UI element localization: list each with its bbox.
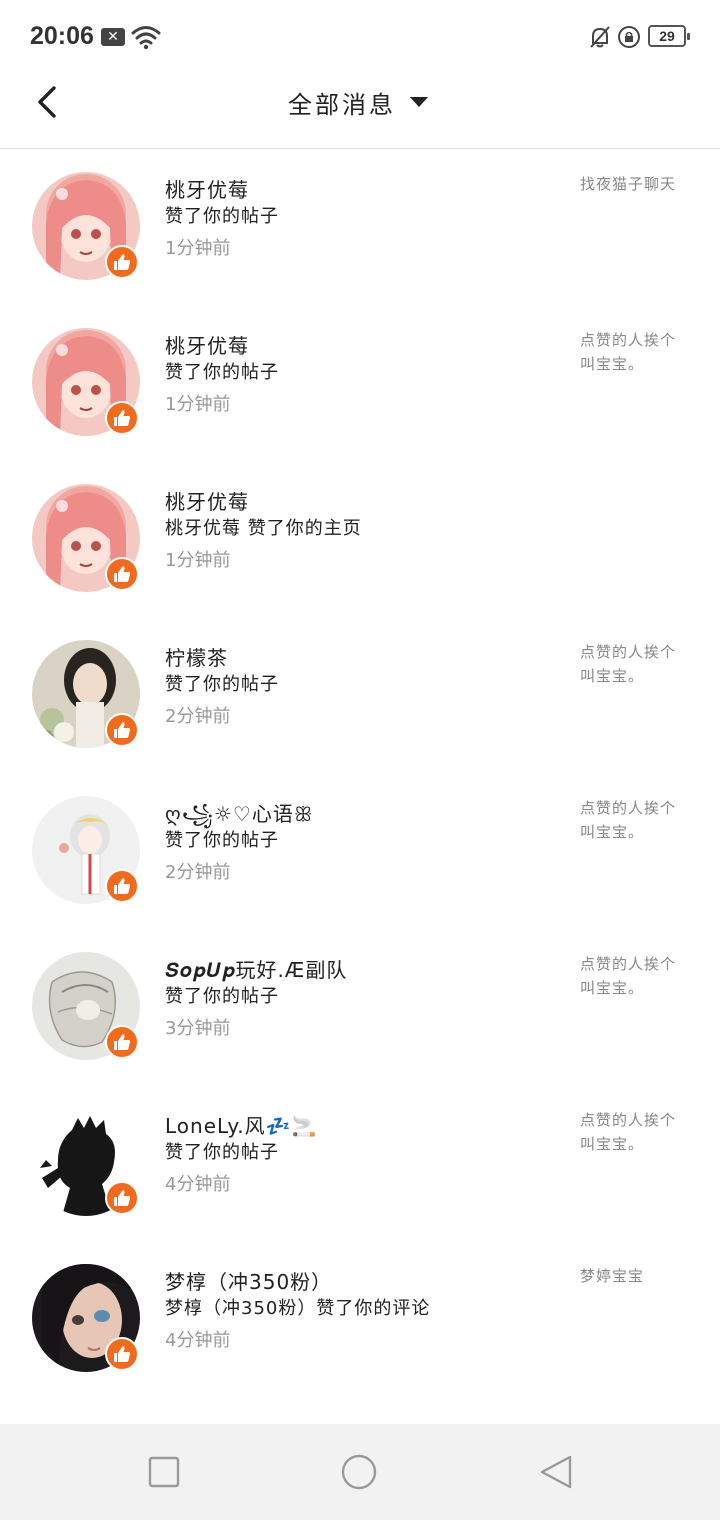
message-item[interactable]: LoneLy.风💤🚬 赞了你的帖子 4分钟前 点赞的人挨个叫宝宝。 xyxy=(0,1086,720,1242)
avatar-container[interactable] xyxy=(32,640,140,748)
triangle-back-icon[interactable] xyxy=(538,1454,574,1490)
caret-down-icon xyxy=(410,97,428,107)
chevron-left-icon xyxy=(38,86,56,118)
post-preview[interactable]: 找夜猫子聊天 xyxy=(580,172,690,196)
message-item[interactable]: 桃牙优莓桃牙优莓 赞了你的主页 1分钟前 xyxy=(0,462,720,618)
like-badge xyxy=(105,1025,139,1059)
like-badge xyxy=(105,1181,139,1215)
avatar-container[interactable] xyxy=(32,1264,140,1372)
message-item[interactable]: 桃牙优莓赞了你的帖子 1分钟前 找夜猫子聊天 xyxy=(0,150,720,306)
sender-name[interactable]: 𝑺𝒐𝒑𝑼𝒑玩好.Æ副队 xyxy=(165,954,347,983)
like-badge xyxy=(105,557,139,591)
wifi-icon xyxy=(131,26,161,50)
message-time: 1分钟前 xyxy=(165,550,231,571)
sender-name[interactable]: 桃牙优莓 xyxy=(165,174,249,203)
avatar-container[interactable] xyxy=(32,328,140,436)
message-time: 4分钟前 xyxy=(165,1174,231,1195)
message-action: 桃牙优莓 赞了你的主页 xyxy=(165,518,362,539)
post-preview[interactable]: 点赞的人挨个叫宝宝。 xyxy=(580,952,690,1000)
header: 全部消息 xyxy=(0,72,720,149)
notification-x-icon: ✕ xyxy=(101,28,125,46)
battery-indicator: 29 xyxy=(648,25,690,47)
thumbs-up-icon xyxy=(114,254,131,270)
message-time: 3分钟前 xyxy=(165,1018,231,1039)
avatar-container[interactable] xyxy=(32,796,140,904)
like-badge xyxy=(105,401,139,435)
message-time: 1分钟前 xyxy=(165,238,231,259)
sender-name[interactable]: 桃牙优莓 xyxy=(165,330,249,359)
page-title: 全部消息 xyxy=(288,90,396,119)
thumbs-up-icon xyxy=(114,1190,131,1206)
thumbs-up-icon xyxy=(114,878,131,894)
back-button[interactable] xyxy=(30,80,70,124)
post-preview[interactable]: 点赞的人挨个叫宝宝。 xyxy=(580,640,690,688)
message-action: 赞了你的帖子 xyxy=(165,206,279,227)
message-list: 桃牙优莓 赞了你的帖子 1分钟前 找夜猫子聊天 桃牙优莓 赞了你的帖子 1分钟前 点赞的人挨个… xyxy=(0,150,720,1424)
message-action: 赞了你的帖子 xyxy=(165,986,279,1007)
message-action: 赞了你的帖子 xyxy=(165,362,279,383)
post-preview[interactable]: 点赞的人挨个叫宝宝。 xyxy=(580,796,690,844)
post-preview[interactable]: 梦婷宝宝 xyxy=(580,1264,690,1288)
like-badge xyxy=(105,245,139,279)
message-item[interactable]: 梦椁（冲350粉） 梦椁（冲350粉）赞了你的评论 4分钟前 梦婷宝宝 xyxy=(0,1242,720,1398)
rotation-lock-icon xyxy=(618,26,640,48)
message-time: 2分钟前 xyxy=(165,862,231,883)
message-time: 4分钟前 xyxy=(165,1330,231,1351)
sender-name[interactable]: LoneLy.风💤🚬 xyxy=(165,1110,317,1139)
thumbs-up-icon xyxy=(114,566,131,582)
square-icon[interactable] xyxy=(146,1454,182,1490)
sender-name[interactable]: 柠檬茶 xyxy=(165,642,228,671)
bell-mute-icon xyxy=(590,26,610,48)
circle-icon[interactable] xyxy=(341,1454,377,1490)
message-action: 梦椁（冲350粉）赞了你的评论 xyxy=(165,1298,431,1319)
message-filter-dropdown[interactable]: 全部消息 xyxy=(288,86,428,119)
message-action: 赞了你的帖子 xyxy=(165,1142,279,1163)
post-preview[interactable]: 点赞的人挨个叫宝宝。 xyxy=(580,328,690,376)
message-item[interactable]: 柠檬茶赞了你的帖子 2分钟前 点赞的人挨个叫宝宝。 xyxy=(0,618,720,774)
message-item[interactable]: 桃牙优莓赞了你的帖子 1分钟前 点赞的人挨个叫宝宝。 xyxy=(0,306,720,462)
message-action: 赞了你的帖子 xyxy=(165,830,279,851)
message-time: 2分钟前 xyxy=(165,706,231,727)
message-time: 1分钟前 xyxy=(165,394,231,415)
avatar-container[interactable] xyxy=(32,484,140,592)
sender-name[interactable]: 桃牙优莓 xyxy=(165,486,249,515)
post-preview[interactable]: 点赞的人挨个叫宝宝。 xyxy=(580,1108,690,1156)
thumbs-up-icon xyxy=(114,1034,131,1050)
message-item[interactable]: 𝑺𝒐𝒑𝑼𝒑玩好.Æ副队赞了你的帖子 3分钟前 点赞的人挨个叫宝宝。 xyxy=(0,930,720,1086)
avatar-container[interactable] xyxy=(32,952,140,1060)
message-item[interactable]: ღ꧁☼♡心语ꕥ 赞了你的帖子 2分钟前 点赞的人挨个叫宝宝。 xyxy=(0,774,720,930)
like-badge xyxy=(105,869,139,903)
thumbs-up-icon xyxy=(114,410,131,426)
status-bar: 20:06 ✕ 29 xyxy=(0,0,720,72)
message-action: 赞了你的帖子 xyxy=(165,674,279,695)
like-badge xyxy=(105,1337,139,1371)
thumbs-up-icon xyxy=(114,1346,131,1362)
thumbs-up-icon xyxy=(114,722,131,738)
sender-name[interactable]: 梦椁（冲350粉） xyxy=(165,1266,332,1295)
avatar-container[interactable] xyxy=(32,172,140,280)
avatar-container[interactable] xyxy=(32,1108,140,1216)
system-nav-bar xyxy=(0,1424,720,1520)
like-badge xyxy=(105,713,139,747)
status-time: 20:06 xyxy=(30,22,94,50)
